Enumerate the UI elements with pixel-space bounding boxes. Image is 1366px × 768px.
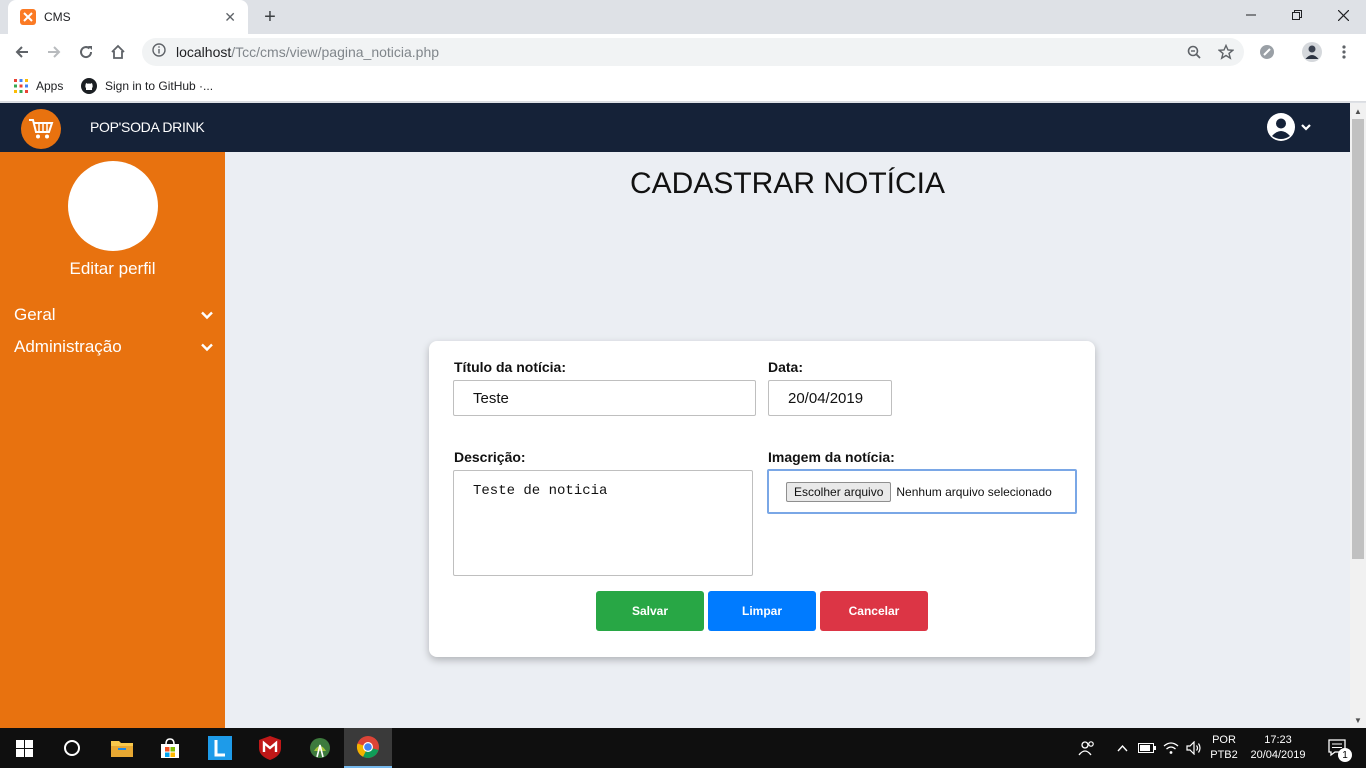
file-status-text: Nenhum arquivo selecionado [896,484,1052,499]
sidebar: Editar perfil Geral Administração [0,152,225,728]
new-tab-icon[interactable]: + [258,5,282,29]
clock-date: 20/04/2019 [1250,749,1306,761]
launcher-l-icon[interactable] [196,728,244,768]
windows-start-icon[interactable] [0,728,48,768]
bookmark-star-icon[interactable] [1218,44,1234,60]
restore-icon[interactable] [1274,0,1320,30]
top-navbar: POP'SODA DRINK [0,103,1350,152]
clock[interactable]: 17:23 20/04/2019 [1244,733,1312,763]
user-circle-icon [1267,113,1295,141]
bookmark-apps-label: Apps [36,79,64,93]
sidebar-item-label: Administração [14,337,122,356]
tab-close-icon[interactable]: ✕ [224,9,236,26]
notification-count-badge: 1 [1338,748,1352,762]
notification-center-icon[interactable]: 1 [1318,728,1358,768]
store-icon[interactable] [146,728,194,768]
tab-strip: CMS ✕ + [0,0,1366,34]
forward-icon[interactable] [40,38,68,66]
user-menu[interactable] [1266,111,1312,143]
battery-icon[interactable] [1136,728,1158,768]
choose-file-button[interactable]: Escolher arquivo [786,481,892,502]
chrome-taskbar-icon[interactable] [344,728,392,768]
save-button[interactable]: Salvar [596,591,704,631]
apps-grid-icon [14,79,28,93]
mcafee-shield-icon[interactable] [246,728,294,768]
home-icon[interactable] [104,38,132,66]
image-file-input[interactable]: Escolher arquivo Nenhum arquivo selecion… [767,469,1077,514]
address-bar[interactable]: localhost/Tcc/cms/view/pagina_noticia.ph… [142,38,1244,66]
android-studio-icon[interactable] [296,728,344,768]
date-input[interactable]: 20/04/2019 [768,380,892,416]
file-explorer-icon[interactable] [98,728,146,768]
brand-name[interactable]: POP'SODA DRINK [90,119,205,135]
url-text: localhost/Tcc/cms/view/pagina_noticia.ph… [176,44,439,60]
people-icon[interactable] [1074,728,1100,768]
language-indicator[interactable]: POR PTB2 [1206,733,1242,763]
extension-icon[interactable] [1253,38,1281,66]
chevron-down-icon [201,343,213,352]
image-label: Imagem da notícia: [768,449,895,465]
volume-icon[interactable] [1183,728,1205,768]
scroll-up-icon[interactable]: ▲ [1350,103,1366,119]
profile-picture[interactable] [68,161,158,251]
shopping-cart-icon [29,119,54,139]
tab-title: CMS [44,10,71,24]
zoom-icon[interactable] [1186,44,1202,60]
news-form-card: Título da notícia: Teste Data: 20/04/201… [429,341,1095,657]
chevron-down-icon [201,311,213,320]
url-path: /Tcc/cms/view/pagina_noticia.php [231,44,440,60]
windows-taskbar: POR PTB2 17:23 20/04/2019 1 [0,728,1366,768]
clock-time: 17:23 [1264,734,1292,746]
cortana-search-icon[interactable] [48,728,96,768]
cancel-button[interactable]: Cancelar [820,591,928,631]
chevron-down-icon [1301,124,1311,131]
description-textarea[interactable]: Teste de noticia [453,470,753,576]
xampp-favicon-icon [20,9,36,25]
logo[interactable] [21,109,61,149]
info-icon[interactable] [152,42,166,62]
page-scrollbar[interactable]: ▲ ▼ [1350,103,1366,728]
page-viewport: POP'SODA DRINK Editar perfil Geral Admin… [0,103,1350,728]
bookmark-github[interactable]: Sign in to GitHub ·... [81,76,213,96]
title-label: Título da notícia: [454,359,566,375]
profile-avatar[interactable] [1298,38,1326,66]
description-label: Descrição: [454,449,526,465]
edit-profile-link[interactable]: Editar perfil [0,259,225,279]
minimize-icon[interactable] [1228,0,1274,30]
page-title: CADASTRAR NOTÍCIA [629,167,946,200]
close-window-icon[interactable] [1320,0,1366,30]
scroll-down-icon[interactable]: ▼ [1350,712,1366,728]
wifi-icon[interactable] [1160,728,1182,768]
back-icon[interactable] [8,38,36,66]
clear-button[interactable]: Limpar [708,591,816,631]
date-label: Data: [768,359,804,375]
github-icon [81,78,97,94]
chrome-menu-icon[interactable] [1330,38,1358,66]
browser-tab[interactable]: CMS ✕ [8,0,248,34]
browser-toolbar: localhost/Tcc/cms/view/pagina_noticia.ph… [0,34,1366,70]
chevron-up-icon[interactable] [1112,728,1132,768]
language-code: POR [1212,734,1236,746]
bookmarks-bar: Apps Sign in to GitHub ·... [0,70,1366,102]
reload-icon[interactable] [72,38,100,66]
title-input[interactable]: Teste [453,380,756,416]
scrollbar-thumb[interactable] [1352,119,1364,559]
bookmark-github-label: Sign in to GitHub ·... [105,79,214,93]
sidebar-item-label: Geral [14,305,56,324]
sidebar-item-geral[interactable]: Geral [14,303,214,327]
sidebar-item-administracao[interactable]: Administração [14,335,214,359]
url-host: localhost [176,44,232,60]
keyboard-layout: PTB2 [1210,749,1238,761]
bookmark-apps[interactable]: Apps [14,76,63,96]
